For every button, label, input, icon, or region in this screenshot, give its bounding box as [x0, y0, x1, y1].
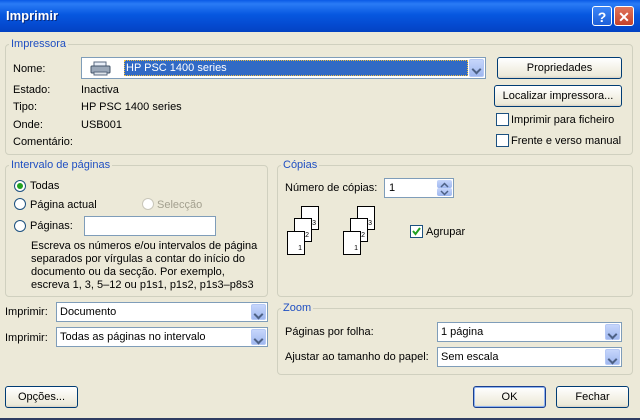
chevron-down-icon[interactable] [251, 329, 266, 345]
collate-pages-icon: 3 2 1 [285, 204, 330, 258]
manual-duplex-label[interactable]: Frente e verso manual [511, 135, 621, 147]
collate-label[interactable]: Agrupar [426, 226, 465, 238]
range-pages-label[interactable]: Páginas: [30, 220, 73, 232]
checkmark-icon [412, 227, 421, 236]
printer-name-label: Nome: [13, 63, 46, 75]
help-line: escreva 1, 3, 5–12 ou p1s1, p1s2, p1s3–p… [31, 279, 254, 291]
range-current-radio[interactable] [14, 198, 26, 210]
collate-checkbox[interactable] [410, 225, 423, 238]
pages-per-sheet-dropdown[interactable]: 1 página [437, 322, 622, 342]
print-what-label: Imprimir: [5, 306, 48, 318]
find-printer-button[interactable]: Localizar impressora... [494, 85, 622, 107]
page-range-group-label: Intervalo de páginas [9, 159, 113, 171]
printer-where-label: Onde: [13, 119, 43, 131]
pages-input[interactable] [84, 216, 216, 236]
manual-duplex-checkbox[interactable] [496, 134, 509, 147]
range-all-label[interactable]: Todas [30, 180, 59, 192]
range-selection-label: Selecção [157, 199, 203, 211]
print-range-dropdown[interactable]: Todas as páginas no intervalo [56, 327, 268, 347]
range-selection-radio [142, 198, 154, 210]
printer-where-value: USB001 [81, 119, 122, 131]
scale-value: Sem escala [441, 351, 499, 363]
ok-button[interactable]: OK [473, 386, 546, 408]
page-1: 1 [343, 231, 361, 255]
properties-button[interactable]: Propriedades [497, 57, 622, 79]
printer-status-label: Estado: [13, 84, 51, 96]
printer-status-value: Inactiva [81, 84, 119, 96]
cancel-button[interactable]: Fechar [556, 386, 629, 408]
window-title: Imprimir [6, 8, 59, 23]
chevron-down-icon[interactable] [605, 349, 620, 365]
printer-name-value: HP PSC 1400 series [126, 62, 227, 74]
page-range-help: Escreva os números e/ou intervalos de pá… [31, 240, 257, 292]
help-button[interactable]: ? [592, 6, 612, 26]
copies-spinner[interactable]: 1 [384, 178, 454, 198]
chevron-down-icon[interactable] [469, 59, 484, 77]
print-what-value: Documento [60, 306, 117, 318]
pages-per-sheet-value: 1 página [441, 326, 484, 338]
printer-type-value: HP PSC 1400 series [81, 101, 182, 113]
range-pages-radio[interactable] [14, 220, 26, 232]
print-what-dropdown[interactable]: Documento [56, 302, 268, 322]
title-bar[interactable] [0, 0, 640, 32]
page-1: 1 [287, 231, 305, 255]
printer-group-label: Impressora [9, 38, 69, 50]
range-all-radio[interactable] [14, 180, 26, 192]
collate-pages-icon: 3 2 1 [341, 204, 386, 258]
help-line: documento ou da secção. Por exemplo, [31, 266, 225, 278]
printer-type-label: Tipo: [13, 101, 38, 113]
print-to-file-checkbox[interactable] [496, 113, 509, 126]
copies-value: 1 [389, 182, 396, 194]
scale-label: Ajustar ao tamanho do papel: [285, 351, 429, 363]
printer-icon [90, 61, 112, 76]
printer-name-dropdown[interactable]: HP PSC 1400 series [81, 57, 486, 79]
pages-per-sheet-label: Páginas por folha: [285, 326, 374, 338]
print-to-file-label[interactable]: Imprimir para ficheiro [511, 114, 614, 126]
printer-comment-label: Comentário: [13, 136, 73, 148]
copies-number-label: Número de cópias: [285, 182, 378, 194]
chevron-down-icon[interactable] [605, 324, 620, 340]
chevron-down-icon[interactable] [251, 304, 266, 320]
spin-up-icon[interactable] [437, 180, 452, 188]
close-window-button[interactable]: ✕ [614, 6, 634, 26]
zoom-group-label: Zoom [281, 302, 314, 314]
options-button[interactable]: Opções... [5, 386, 78, 408]
help-line: Escreva os números e/ou intervalos de pá… [31, 240, 258, 252]
print-range-label: Imprimir: [5, 332, 48, 344]
spin-down-icon[interactable] [437, 188, 452, 196]
copies-group-label: Cópias [281, 159, 320, 171]
print-range-value: Todas as páginas no intervalo [60, 331, 206, 343]
help-line: separados por vírgulas a contar do iníci… [31, 253, 246, 265]
range-current-label[interactable]: Página actual [30, 199, 97, 211]
scale-dropdown[interactable]: Sem escala [437, 347, 622, 367]
